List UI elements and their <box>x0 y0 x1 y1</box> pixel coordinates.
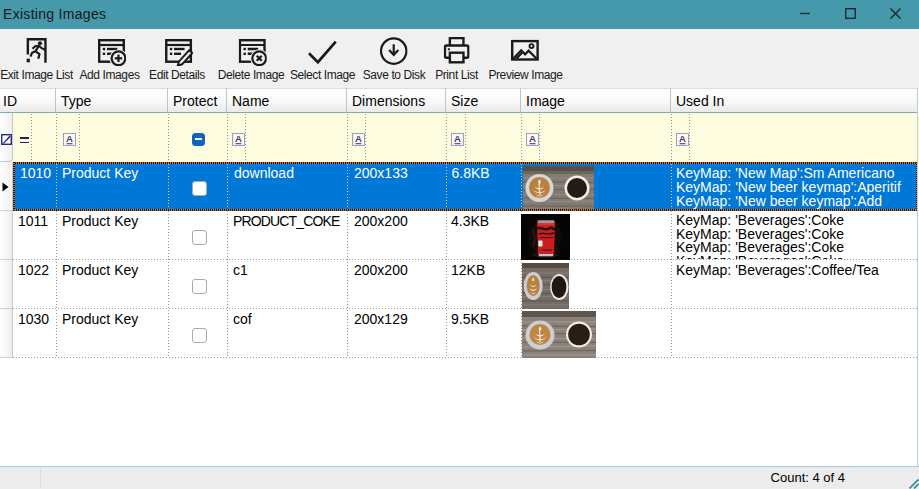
svg-text:A: A <box>235 133 242 144</box>
svg-text:A: A <box>454 133 461 144</box>
svg-text:A: A <box>355 133 362 144</box>
svg-text:A: A <box>529 133 536 144</box>
svg-text:A: A <box>66 133 73 144</box>
svg-text:A: A <box>679 133 686 144</box>
